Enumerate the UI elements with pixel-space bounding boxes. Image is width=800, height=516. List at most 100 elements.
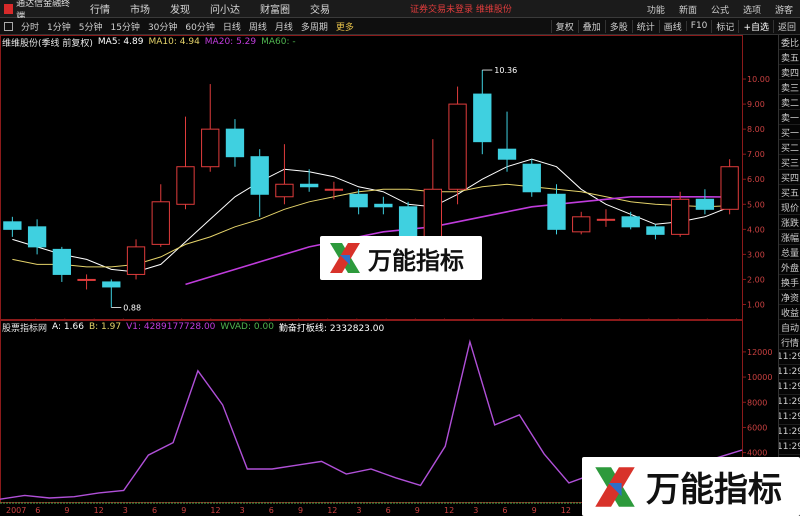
candle-body-0 (3, 221, 22, 230)
candle-body-5 (126, 246, 146, 275)
draw-line-button[interactable]: 画线 (658, 19, 686, 33)
side-tab-5[interactable]: 卖一 (779, 110, 800, 125)
x-tick-label-2: 9 (64, 506, 69, 515)
menu-trade[interactable]: 交易 (300, 1, 340, 16)
indicator-a-label: A: 1.66 (52, 322, 84, 332)
candle-body-13 (324, 188, 344, 191)
indicator-legend: 股票指标网 A: 1.66 B: 1.97 V1: 4289177728.00 … (2, 321, 389, 334)
menu-ask[interactable]: 问小达 (200, 1, 250, 16)
side-tab-7[interactable]: 买二 (779, 140, 800, 155)
back-button[interactable]: 返回 (772, 19, 800, 33)
side-tab-20[interactable]: 行情 (779, 335, 800, 350)
period-daily[interactable]: 日线 (219, 20, 245, 33)
x-tick-mark-17: ▴ (501, 316, 504, 323)
x-tick-label-1: 6 (35, 506, 40, 515)
side-tab-19[interactable]: 自动 (779, 320, 800, 335)
candle-body-19 (473, 93, 492, 143)
period-weekly[interactable]: 周线 (245, 20, 271, 33)
main-y-label-1: 2.00 (747, 275, 765, 284)
menu-quotes[interactable]: 行情 (80, 1, 120, 16)
period-15min[interactable]: 15分钟 (106, 20, 143, 33)
side-tab-1[interactable]: 卖五 (779, 50, 800, 65)
menu-function[interactable]: 功能 (640, 3, 672, 16)
menu-formula[interactable]: 公式 (704, 3, 736, 16)
x-tick-mark-22: ▴ (647, 316, 650, 323)
candle-body-9 (225, 128, 245, 158)
side-tab-23[interactable]: 11:29 (779, 380, 800, 395)
menu-discover[interactable]: 发现 (160, 1, 200, 16)
x-tick-mark-20: ▴ (589, 316, 592, 323)
candle-body-24 (596, 218, 616, 221)
period-more[interactable]: 更多 (332, 20, 358, 33)
panel-toggle-icon[interactable] (4, 21, 13, 31)
side-tab-12[interactable]: 涨跌 (779, 215, 800, 230)
period-5min[interactable]: 5分钟 (75, 20, 107, 33)
statistics-button[interactable]: 统计 (631, 19, 659, 33)
side-tab-22[interactable]: 11:29 (779, 365, 800, 380)
side-tab-14[interactable]: 总量 (779, 245, 800, 260)
period-toolbar: 分时 1分钟 5分钟 15分钟 30分钟 60分钟 日线 周线 月线 多周期 更… (0, 18, 800, 35)
period-1min[interactable]: 1分钟 (43, 20, 75, 33)
side-tab-0[interactable]: 委比 (779, 35, 800, 50)
indicator-dkd-label: 勤奋打板线: 2332823.00 (278, 323, 385, 334)
mark-button[interactable]: 标记 (711, 19, 738, 33)
side-tab-24[interactable]: 11:29 (779, 395, 800, 410)
x-tick-label-5: 6 (152, 506, 157, 515)
watermark-logo-icon-large (595, 466, 635, 507)
watermark-text: 万能指标 (368, 246, 464, 275)
candle-body-22 (547, 193, 566, 230)
period-intraday[interactable]: 分时 (17, 20, 43, 33)
menu-wealth-circle[interactable]: 财富圈 (250, 1, 300, 16)
annotation-label-1: 0.88 (123, 303, 141, 312)
side-tab-10[interactable]: 买五 (779, 185, 800, 200)
side-tab-16[interactable]: 换手 (779, 275, 800, 290)
ma60-label: MA60: - (261, 37, 296, 47)
watermark-banner: 万能指标 (320, 236, 482, 280)
side-tab-15[interactable]: 外盘 (779, 260, 800, 275)
side-tab-26[interactable]: 11:29 (779, 425, 800, 440)
add-watchlist-button[interactable]: +自选 (738, 19, 773, 33)
side-tab-21[interactable]: 11:29 (779, 350, 800, 365)
adjust-button[interactable]: 复权 (550, 19, 578, 33)
period-monthly[interactable]: 月线 (271, 20, 297, 33)
ind-y-label-3: 10000 (747, 373, 772, 382)
side-tab-8[interactable]: 买三 (779, 155, 800, 170)
menu-guest[interactable]: 游客 (768, 3, 800, 16)
login-status[interactable]: 证券交易未登录 维维股份 (410, 2, 512, 15)
period-multi[interactable]: 多周期 (297, 20, 332, 33)
side-tab-4[interactable]: 卖二 (779, 95, 800, 110)
candle-body-26 (646, 226, 665, 235)
period-60min[interactable]: 60分钟 (181, 20, 218, 33)
ind-y-label-1: 6000 (747, 423, 767, 432)
overlay-button[interactable]: 叠加 (577, 19, 605, 33)
stock-name-label[interactable]: 维维股份(季线 前复权) (2, 36, 93, 49)
side-tab-9[interactable]: 买四 (779, 170, 800, 185)
side-tab-3[interactable]: 卖三 (779, 80, 800, 95)
multi-stock-button[interactable]: 多股 (604, 19, 632, 33)
side-tab-27[interactable]: 11:29 (779, 440, 800, 455)
x-tick-label-19: 12 (561, 506, 571, 515)
main-y-label-0: 1.00 (747, 300, 765, 309)
f10-button[interactable]: F10 (685, 21, 712, 31)
period-30min[interactable]: 30分钟 (144, 20, 181, 33)
side-tab-6[interactable]: 买一 (779, 125, 800, 140)
candle-body-27 (671, 198, 690, 235)
side-tab-25[interactable]: 11:29 (779, 410, 800, 425)
x-tick-label-3: 12 (94, 506, 104, 515)
x-tick-mark-15: ▴ (443, 316, 446, 323)
menu-options[interactable]: 选项 (736, 3, 768, 16)
candle-body-11 (275, 183, 294, 198)
ma10-label: MA10: 4.94 (148, 37, 200, 47)
menu-new-face[interactable]: 新面 (672, 3, 704, 16)
watermark-banner-large: 万能指标 (582, 457, 800, 516)
side-tab-2[interactable]: 卖四 (779, 65, 800, 80)
side-tab-13[interactable]: 涨幅 (779, 230, 800, 245)
indicator-name-label[interactable]: 股票指标网 (2, 321, 47, 334)
ma20-label: MA20: 5.29 (204, 37, 257, 47)
menu-market[interactable]: 市场 (120, 1, 160, 16)
x-tick-label-9: 6 (269, 506, 274, 515)
side-tab-11[interactable]: 现价 (779, 200, 800, 215)
side-tab-17[interactable]: 净资 (779, 290, 800, 305)
candle-body-3 (77, 278, 96, 281)
side-tab-18[interactable]: 收益 (779, 305, 800, 320)
